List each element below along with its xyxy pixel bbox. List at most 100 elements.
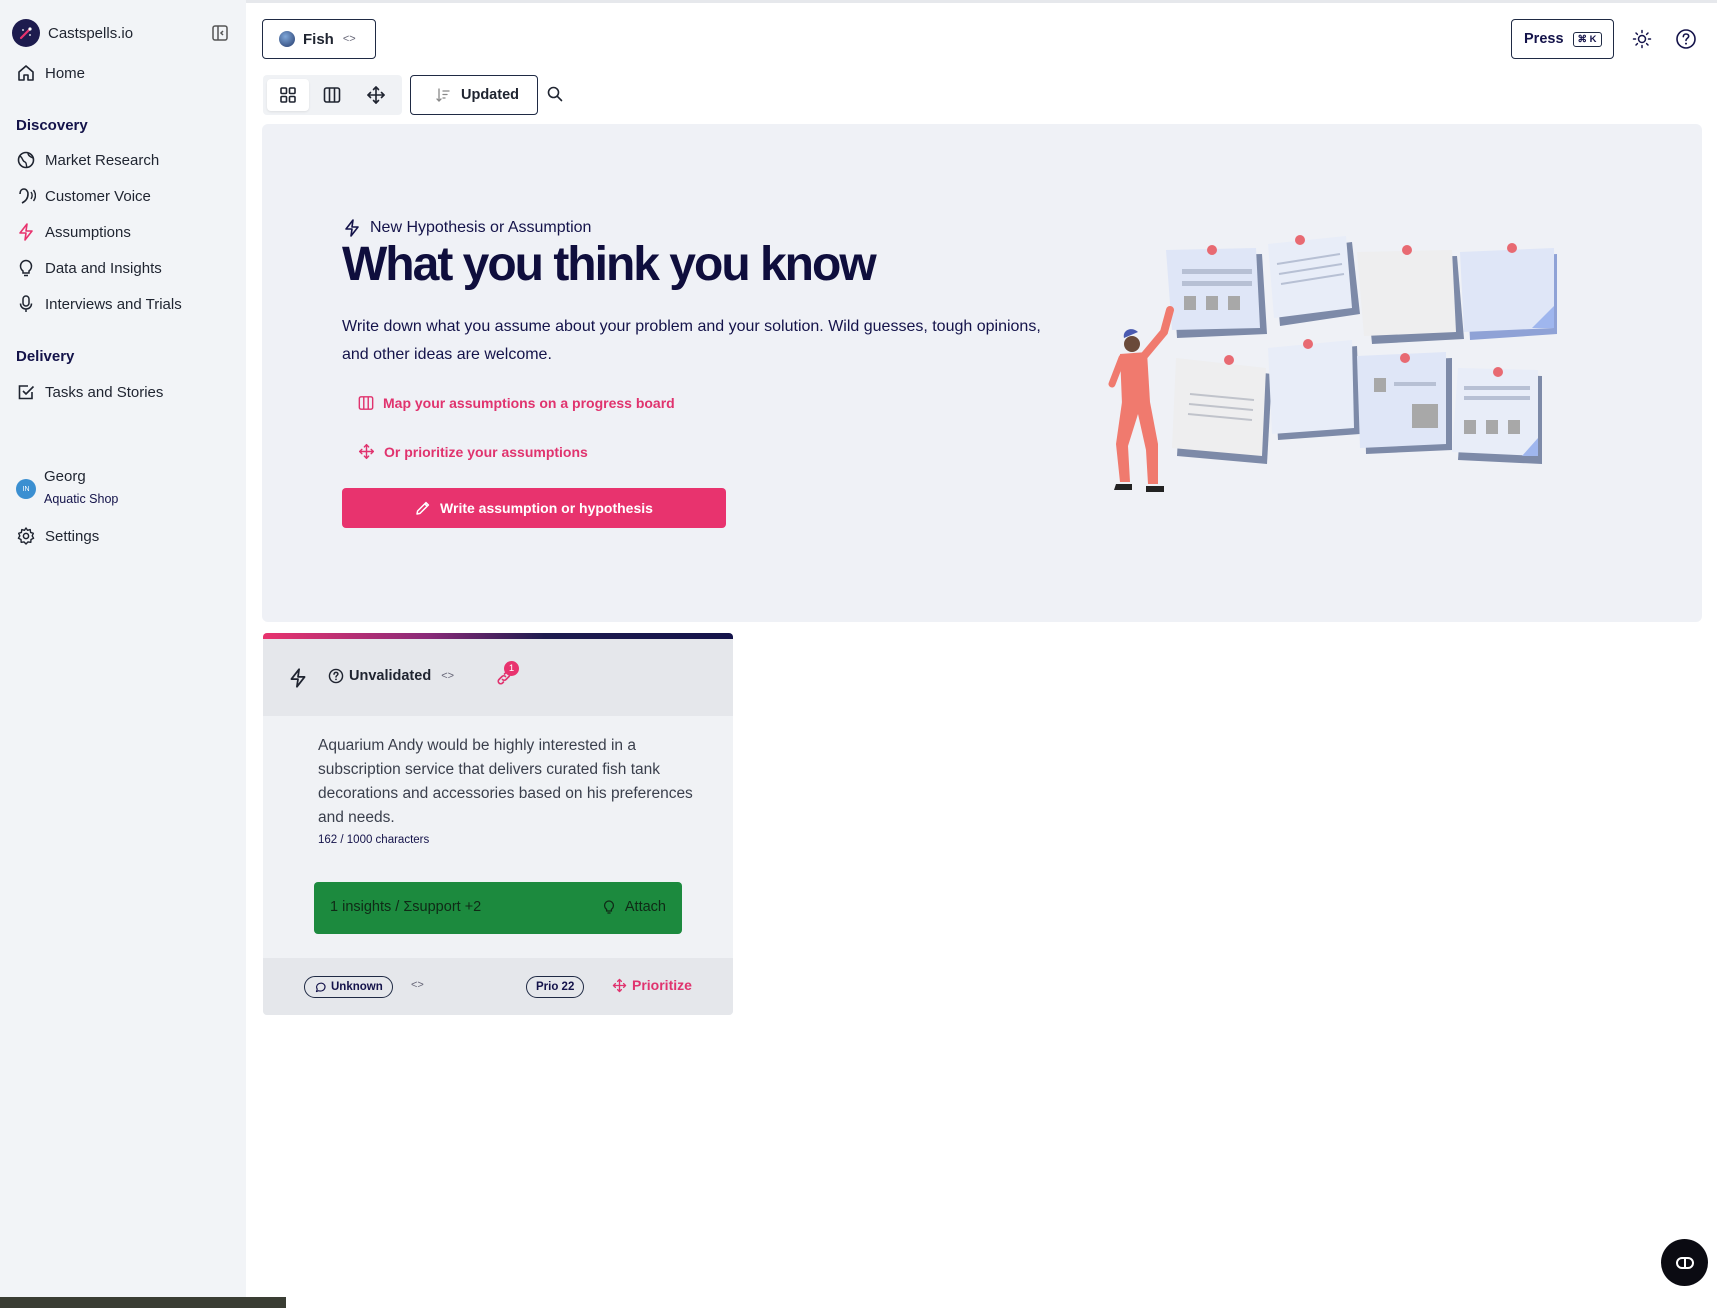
brand[interactable]: Castspells.io	[12, 18, 133, 48]
move-arrows-icon	[358, 443, 375, 460]
assumption-text[interactable]: Aquarium Andy would be highly interested…	[318, 734, 698, 830]
attach-insight-button[interactable]: Attach	[601, 899, 666, 915]
link-count-badge: 1	[504, 661, 519, 676]
search-icon[interactable]	[546, 85, 566, 105]
sidebar-item-market-research[interactable]: Market Research	[16, 147, 159, 173]
brand-name: Castspells.io	[48, 24, 134, 42]
lightbulb-icon	[603, 900, 614, 914]
write-assumption-button[interactable]: Write assumption or hypothesis	[342, 488, 726, 528]
columns-icon	[358, 396, 374, 410]
sidebar-item-customer-voice[interactable]: Customer Voice	[16, 183, 151, 209]
sidebar-item-interviews-and-trials[interactable]: Interviews and Trials	[16, 291, 182, 317]
avatar: IN	[16, 479, 36, 499]
sidebar-footer-strip	[0, 1297, 286, 1308]
chevron-updown-icon: <>	[441, 670, 455, 682]
home-icon	[18, 65, 34, 81]
command-palette-button[interactable]: Press ⌘ K	[1511, 19, 1614, 59]
chat-icon	[1675, 1256, 1694, 1269]
sidebar-item-label: Home	[45, 64, 86, 82]
top-divider	[246, 0, 1717, 3]
section-heading-discovery: Discovery	[16, 117, 88, 134]
prioritize-label: Prioritize	[632, 977, 692, 993]
sidebar-item-label: Customer Voice	[45, 187, 151, 205]
chevron-updown-icon: <>	[342, 33, 356, 45]
sidebar-item-label: Assumptions	[45, 223, 131, 241]
section-heading-delivery: Delivery	[16, 348, 75, 365]
hero-kicker: New Hypothesis or Assumption	[342, 218, 591, 238]
hero-description: Write down what you assume about your pr…	[342, 318, 1041, 363]
hero-title: What you think you know	[342, 238, 877, 291]
press-label: Press	[1524, 31, 1564, 47]
card-header: Unvalidated <> 1	[263, 639, 733, 716]
priority-pill: Prio 22	[526, 976, 585, 998]
user-profile[interactable]: IN Georg Aquatic Shop	[16, 465, 216, 511]
collapse-sidebar-icon[interactable]	[211, 24, 229, 42]
lightbulb-icon	[19, 259, 33, 277]
move-arrows-icon	[367, 86, 385, 104]
character-count: 162 / 1000 characters	[318, 834, 430, 846]
sidebar-item-label: Tasks and Stories	[45, 383, 164, 401]
board-view-button[interactable]	[311, 79, 353, 111]
brand-logo-icon	[12, 19, 40, 47]
project-selector[interactable]: Fish <>	[262, 19, 376, 59]
card-footer: Unknown <> Prio 22 Prioritize	[263, 958, 733, 1015]
sidebar-item-label: Interviews and Trials	[45, 295, 182, 313]
prioritize-button[interactable]: Prioritize	[612, 977, 692, 993]
bolt-icon	[19, 223, 33, 241]
move-arrows-icon	[612, 978, 627, 992]
insights-summary: 1 insights / Σsupport +2	[330, 899, 482, 915]
chevron-updown-icon[interactable]: <>	[411, 979, 424, 991]
sort-label: Updated	[461, 87, 519, 103]
theme-toggle-button[interactable]	[1627, 24, 1657, 54]
sidebar-item-label: Market Research	[45, 151, 160, 169]
project-globe-icon	[279, 31, 295, 47]
checkbox-icon	[18, 385, 35, 400]
mic-icon	[19, 295, 33, 312]
bolt-icon	[287, 667, 309, 689]
project-name: Fish	[303, 30, 334, 48]
voice-icon	[19, 188, 36, 204]
pencil-icon	[416, 501, 430, 515]
write-assumption-label: Write assumption or hypothesis	[440, 500, 653, 516]
prioritize-link[interactable]: Or prioritize your assumptions	[358, 443, 588, 460]
bolt-icon	[345, 219, 359, 237]
sidebar-item-label: Settings	[45, 527, 100, 545]
validation-status-selector[interactable]: Unvalidated <>	[328, 668, 454, 684]
confidence-pill[interactable]: Unknown	[304, 976, 393, 998]
grid-view-button[interactable]	[267, 79, 309, 111]
sidebar: Castspells.io Home Discovery Market Rese…	[0, 0, 246, 1308]
sticky-notes-illustration	[1108, 235, 1557, 492]
gear-icon	[17, 527, 35, 545]
validation-status: Unvalidated	[349, 668, 432, 684]
user-name: Georg	[44, 468, 86, 485]
view-switcher	[263, 75, 402, 115]
sidebar-item-settings[interactable]: Settings	[16, 523, 99, 549]
globe-icon	[17, 151, 35, 169]
progress-board-link[interactable]: Map your assumptions on a progress board	[358, 395, 675, 411]
sidebar-item-tasks-and-stories[interactable]: Tasks and Stories	[16, 379, 163, 405]
hero-panel: New Hypothesis or Assumption What you th…	[262, 124, 1702, 622]
grid-icon	[280, 87, 296, 103]
attach-label: Attach	[624, 899, 666, 915]
sidebar-item-home[interactable]: Home	[16, 60, 85, 86]
sort-button[interactable]: Updated	[410, 75, 538, 115]
assumption-card[interactable]: Unvalidated <> 1 Aquarium Andy would be …	[263, 633, 733, 1015]
chat-launcher-button[interactable]	[1661, 1239, 1708, 1286]
columns-icon	[323, 87, 341, 103]
confidence-label: Unknown	[331, 981, 383, 993]
sort-icon	[436, 88, 450, 102]
help-button[interactable]	[1671, 24, 1701, 54]
sidebar-item-data-and-insights[interactable]: Data and Insights	[16, 255, 162, 281]
hero-kicker-text: New Hypothesis or Assumption	[370, 219, 592, 236]
user-organization: Aquatic Shop	[44, 492, 119, 506]
prioritize-view-button[interactable]	[355, 79, 397, 111]
speech-bubble-icon	[315, 982, 326, 992]
sidebar-item-assumptions[interactable]: Assumptions	[16, 219, 131, 245]
question-circle-icon	[328, 668, 344, 684]
prioritize-link-text: Or prioritize your assumptions	[384, 443, 588, 460]
sidebar-item-label: Data and Insights	[45, 259, 162, 277]
progress-board-link-text: Map your assumptions on a progress board	[383, 395, 675, 411]
shortcut-kbd: ⌘ K	[1572, 31, 1602, 47]
insights-bar[interactable]: 1 insights / Σsupport +2 Attach	[314, 882, 682, 934]
sun-icon	[1632, 29, 1652, 49]
